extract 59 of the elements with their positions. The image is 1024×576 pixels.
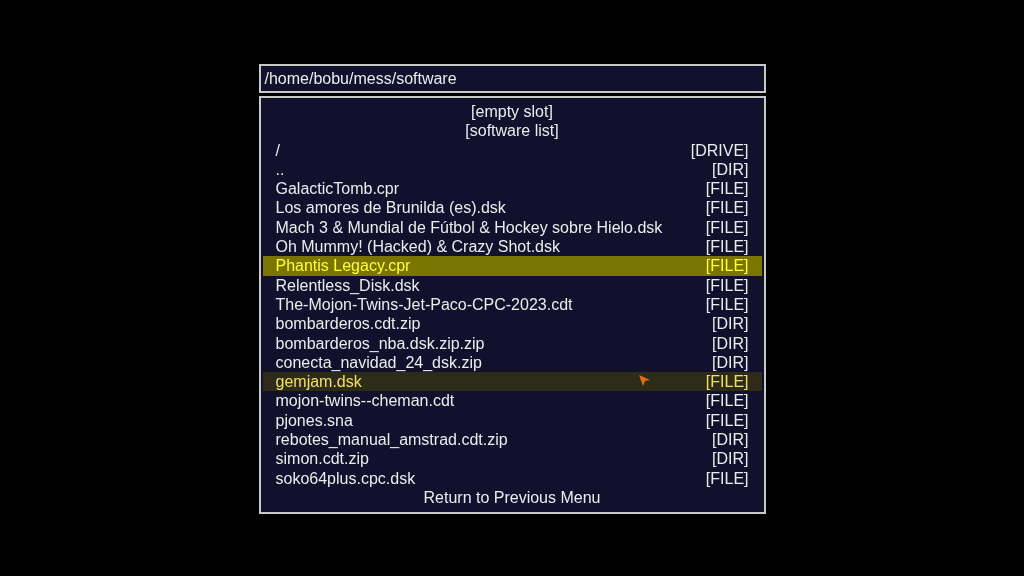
file-name: pjones.sna [275,410,353,431]
file-type: [FILE] [705,256,749,276]
file-name: Oh Mummy! (Hacked) & Crazy Shot.dsk [275,237,560,257]
file-name: Phantis Legacy.cpr [275,256,411,276]
file-row[interactable]: .. [DIR] [262,159,762,180]
file-row[interactable]: Los amores de Brunilda (es).dsk [FILE] [262,198,762,218]
file-row[interactable]: pjones.sna [FILE] [262,410,762,431]
file-name: bombarderos_nba.dsk.zip.zip [275,333,485,353]
file-name: conecta_navidad_24_dsk.zip [275,352,482,373]
file-name: mojon-twins--cheman.cdt [275,391,455,411]
file-row[interactable]: soko64plus.cpc.dsk [FILE] [262,468,762,488]
file-type: [FILE] [705,237,749,257]
file-type: [DIR] [712,314,749,334]
file-row[interactable]: gemjam.dsk [FILE] [262,372,762,392]
file-type: [DIR] [712,333,749,353]
file-type: [FILE] [705,179,749,199]
file-type: [FILE] [705,391,749,411]
file-type: [FILE] [705,410,749,431]
file-row[interactable]: conecta_navidad_24_dsk.zip [DIR] [262,352,762,373]
file-name: The-Mojon-Twins-Jet-Paco-CPC-2023.cdt [275,294,573,315]
file-row[interactable]: Phantis Legacy.cpr [FILE] [262,256,762,276]
file-row[interactable]: / [DRIVE] [262,140,762,160]
file-type: [FILE] [705,468,749,488]
file-type: [DIR] [712,159,749,180]
file-name: GalacticTomb.cpr [275,179,400,199]
file-name: Relentless_Disk.dsk [275,275,420,295]
file-type: [DIR] [712,430,749,450]
file-row[interactable]: Relentless_Disk.dsk [FILE] [262,275,762,295]
file-name: Los amores de Brunilda (es).dsk [275,198,506,218]
file-name: gemjam.dsk [275,372,362,392]
file-name: rebotes_manual_amstrad.cdt.zip [275,430,508,450]
file-row[interactable]: bombarderos_nba.dsk.zip.zip [DIR] [262,333,762,353]
file-row[interactable]: GalacticTomb.cpr [FILE] [262,179,762,199]
file-row[interactable]: rebotes_manual_amstrad.cdt.zip [DIR] [262,430,762,450]
file-name: simon.cdt.zip [275,449,369,469]
path-field[interactable]: /home/bobu/mess/software [258,64,766,93]
file-type: [DIR] [712,449,749,469]
file-name: / [275,140,280,160]
menu-item[interactable]: Return to Previous Menu [262,487,762,508]
file-type: [DRIVE] [690,140,749,160]
file-name: Mach 3 & Mundial de Fútbol & Hockey sobre Hielo.dsk [275,217,663,238]
file-row[interactable]: mojon-twins--cheman.cdt [FILE] [262,391,762,411]
file-row[interactable]: simon.cdt.zip [DIR] [262,449,762,469]
file-name: soko64plus.cpc.dsk [275,468,416,488]
file-row[interactable]: Mach 3 & Mundial de Fútbol & Hockey sobre Hielo.dsk [FILE] [262,217,762,238]
file-row[interactable]: Oh Mummy! (Hacked) & Crazy Shot.dsk [FILE] [262,237,762,257]
file-type: [FILE] [705,217,749,238]
menu-item[interactable]: [software list] [262,121,762,141]
file-name: .. [275,159,285,180]
file-row[interactable]: bombarderos.cdt.zip [DIR] [262,314,762,334]
file-type: [FILE] [705,294,749,315]
file-type: [FILE] [705,372,749,392]
file-row[interactable]: The-Mojon-Twins-Jet-Paco-CPC-2023.cdt [FILE] [262,294,762,315]
pointer-icon [638,375,651,387]
file-type: [DIR] [712,352,749,373]
file-type: [FILE] [705,275,749,295]
file-type: [FILE] [705,198,749,218]
menu-item[interactable]: [empty slot] [262,102,762,122]
file-name: bombarderos.cdt.zip [275,314,421,334]
